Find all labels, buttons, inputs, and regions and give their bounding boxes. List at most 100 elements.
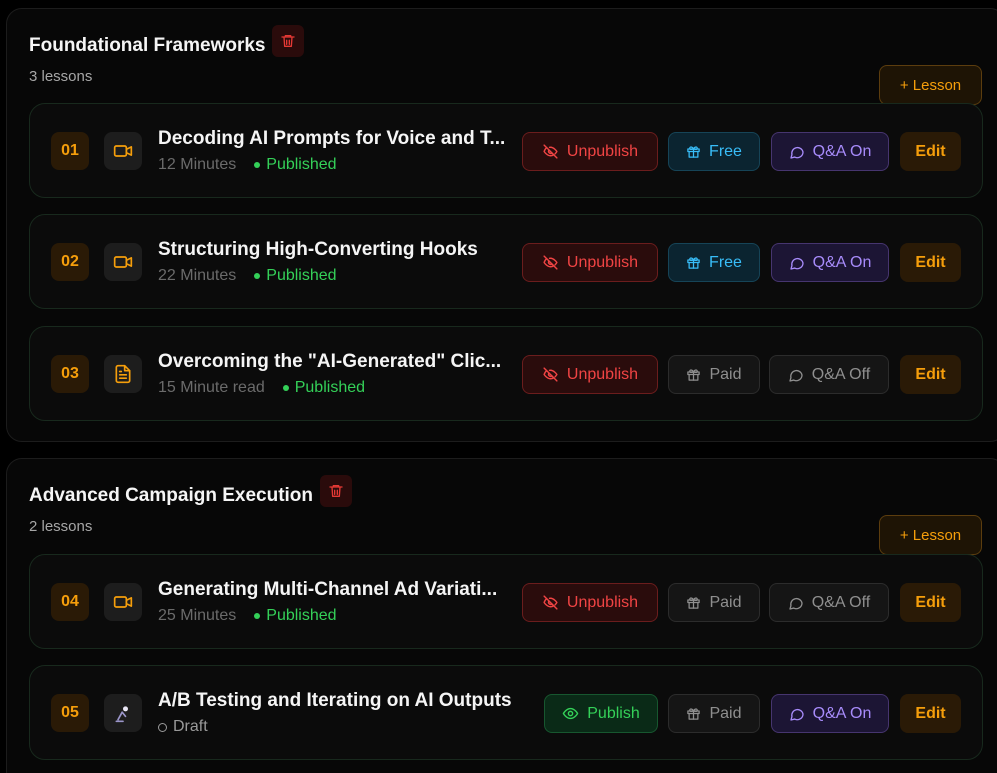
button-label: Q&A On bbox=[812, 253, 872, 271]
section-title: Advanced Campaign Execution bbox=[29, 485, 314, 506]
video-icon bbox=[104, 583, 142, 621]
access-paid-button[interactable]: Paid bbox=[668, 583, 760, 622]
button-label: Free bbox=[709, 253, 742, 271]
button-label: Paid bbox=[709, 593, 742, 611]
section-lesson-count: 2 lessons bbox=[29, 518, 93, 535]
document-icon bbox=[104, 355, 142, 393]
unpublish-button[interactable]: Unpublish bbox=[522, 132, 658, 171]
unpublish-button[interactable]: Unpublish bbox=[522, 355, 658, 394]
gift-icon bbox=[687, 708, 701, 720]
lesson-number: 03 bbox=[51, 355, 89, 393]
lesson-title: Generating Multi-Channel Ad Variati... bbox=[158, 579, 498, 600]
chat-bubble-icon bbox=[789, 257, 804, 270]
button-label: Publish bbox=[587, 704, 640, 722]
unpublish-button[interactable]: Unpublish bbox=[522, 243, 658, 282]
lesson-row: 04 Generating Multi-Channel Ad Variati..… bbox=[29, 554, 983, 649]
publish-button[interactable]: Publish bbox=[544, 694, 658, 733]
button-label: Paid bbox=[709, 365, 742, 383]
lesson-number: 02 bbox=[51, 243, 89, 281]
edit-button[interactable]: Edit bbox=[900, 355, 961, 394]
button-label: Unpublish bbox=[566, 365, 639, 383]
qa-toggle-button[interactable]: Q&A On bbox=[771, 694, 889, 733]
lesson-duration: 22 Minutes bbox=[158, 267, 237, 284]
button-label: Q&A On bbox=[812, 704, 872, 722]
status-label: Published bbox=[266, 156, 337, 173]
edit-button[interactable]: Edit bbox=[900, 583, 961, 622]
qa-toggle-button[interactable]: Q&A Off bbox=[769, 583, 889, 622]
status-label: Published bbox=[266, 607, 337, 624]
gift-icon bbox=[687, 597, 701, 609]
status-badge: Published bbox=[254, 607, 337, 625]
section-advanced-campaign-execution: Advanced Campaign Execution 2 lessons + … bbox=[6, 458, 997, 773]
lesson-duration: 15 Minute read bbox=[158, 379, 265, 396]
lesson-meta: 12 Minutes Published bbox=[158, 156, 337, 174]
edit-button[interactable]: Edit bbox=[900, 132, 961, 171]
status-label: Published bbox=[294, 379, 366, 396]
lesson-row: 01 Decoding AI Prompts for Voice and T..… bbox=[29, 103, 983, 198]
status-badge: Published bbox=[282, 379, 366, 397]
lesson-title: Structuring High-Converting Hooks bbox=[158, 239, 478, 260]
button-label: Paid bbox=[709, 704, 742, 722]
lesson-number: 01 bbox=[51, 132, 89, 170]
status-badge: Published bbox=[254, 267, 337, 285]
lesson-meta: 15 Minute read Published bbox=[158, 379, 365, 397]
access-paid-button[interactable]: Paid bbox=[668, 355, 760, 394]
gift-icon bbox=[687, 369, 701, 381]
eye-off-icon bbox=[543, 255, 558, 270]
section-header: Foundational Frameworks 3 lessons + Less… bbox=[29, 25, 997, 105]
access-free-button[interactable]: Free bbox=[668, 243, 760, 282]
qa-toggle-button[interactable]: Q&A On bbox=[771, 132, 889, 171]
lesson-row: 05 A/B Testing and Iterating on AI Outpu… bbox=[29, 665, 983, 760]
lesson-number: 05 bbox=[51, 694, 89, 732]
lesson-title: Decoding AI Prompts for Voice and T... bbox=[158, 128, 506, 149]
lesson-title: A/B Testing and Iterating on AI Outputs bbox=[158, 690, 512, 711]
chat-bubble-icon bbox=[789, 146, 804, 159]
lesson-duration: 25 Minutes bbox=[158, 607, 237, 624]
add-lesson-button[interactable]: + Lesson bbox=[879, 515, 982, 555]
status-dot bbox=[158, 722, 167, 732]
video-icon bbox=[104, 132, 142, 170]
status-dot bbox=[254, 613, 261, 619]
status-badge: Draft bbox=[158, 718, 208, 736]
eye-off-icon bbox=[543, 144, 558, 159]
add-lesson-button[interactable]: + Lesson bbox=[879, 65, 982, 105]
status-dot bbox=[254, 162, 261, 168]
chat-bubble-icon bbox=[789, 369, 803, 382]
chat-bubble-icon bbox=[789, 597, 803, 610]
gift-icon bbox=[687, 146, 700, 158]
lesson-meta: 25 Minutes Published bbox=[158, 607, 337, 625]
button-label: Q&A On bbox=[812, 142, 872, 160]
delete-section-button[interactable] bbox=[320, 475, 352, 507]
button-label: Q&A Off bbox=[811, 593, 871, 611]
lesson-duration: 12 Minutes bbox=[158, 156, 237, 173]
button-label: Unpublish bbox=[566, 593, 639, 611]
eye-off-icon bbox=[543, 367, 558, 382]
section-title: Foundational Frameworks bbox=[29, 35, 266, 56]
button-label: Unpublish bbox=[566, 253, 639, 271]
video-icon bbox=[104, 243, 142, 281]
edit-button[interactable]: Edit bbox=[900, 243, 961, 282]
button-label: Free bbox=[709, 142, 742, 160]
qa-toggle-button[interactable]: Q&A Off bbox=[769, 355, 889, 394]
delete-section-button[interactable] bbox=[272, 25, 304, 57]
status-dot bbox=[282, 385, 289, 391]
section-lesson-count: 3 lessons bbox=[29, 68, 93, 85]
gift-icon bbox=[687, 257, 700, 269]
status-label: Draft bbox=[173, 718, 208, 735]
status-label: Published bbox=[266, 267, 337, 284]
trash-icon bbox=[281, 35, 295, 47]
button-label: Q&A Off bbox=[811, 365, 871, 383]
lesson-row: 03 Overcoming the "AI-Generated" Clic...… bbox=[29, 326, 983, 421]
qa-toggle-button[interactable]: Q&A On bbox=[771, 243, 889, 282]
broken-image-icon bbox=[104, 694, 142, 732]
section-foundational-frameworks: Foundational Frameworks 3 lessons + Less… bbox=[6, 8, 997, 442]
lesson-meta: Draft bbox=[158, 718, 208, 736]
button-label: Unpublish bbox=[566, 142, 639, 160]
edit-button[interactable]: Edit bbox=[900, 694, 961, 733]
unpublish-button[interactable]: Unpublish bbox=[522, 583, 658, 622]
eye-off-icon bbox=[543, 595, 558, 610]
section-header: Advanced Campaign Execution 2 lessons + … bbox=[29, 475, 997, 555]
access-paid-button[interactable]: Paid bbox=[668, 694, 760, 733]
status-dot bbox=[254, 273, 261, 279]
access-free-button[interactable]: Free bbox=[668, 132, 760, 171]
